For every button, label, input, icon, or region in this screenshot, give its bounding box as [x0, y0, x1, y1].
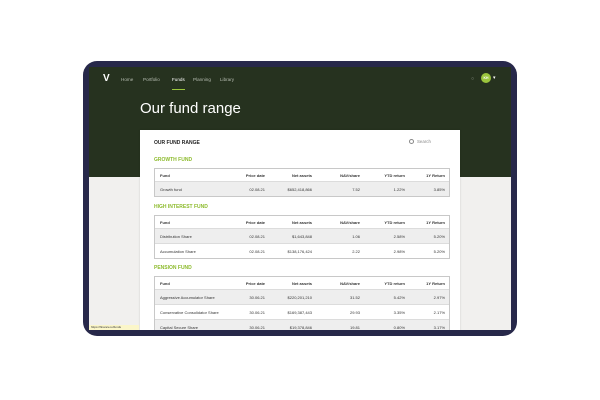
- ytd-return: 2.58%: [393, 233, 405, 239]
- nav-share: 31.52: [349, 294, 360, 300]
- net-assets: $169,387,443: [287, 309, 312, 315]
- table-row[interactable]: Distribution Share 02.08.21 $1,643,848 1…: [155, 229, 449, 244]
- fund-name[interactable]: Distribution Share: [160, 229, 192, 243]
- net-assets: $19,378,846: [289, 324, 312, 330]
- table-row[interactable]: Accumulation Share 02.08.21 $138,176,424…: [155, 244, 449, 258]
- nav-item-library[interactable]: Library: [220, 77, 234, 82]
- 1y-return: 2.17%: [433, 309, 445, 315]
- pension-fund-table: Fund Price date Net assets NAV/share YTD…: [154, 276, 450, 330]
- price-date: 02.08.21: [249, 248, 265, 254]
- fund-name[interactable]: Capital Secure Share: [160, 320, 198, 330]
- app-screen: V Home Portfolio Funds Planning Library …: [89, 67, 511, 330]
- col-nav-share[interactable]: NAV/share: [340, 169, 360, 181]
- search-icon: [409, 139, 414, 145]
- nav-item-portfolio[interactable]: Portfolio: [143, 77, 160, 82]
- 1y-return: 5.20%: [433, 248, 445, 254]
- col-net-assets[interactable]: Net assets: [292, 277, 312, 289]
- section-title-pension: PENSION FUND: [154, 265, 192, 271]
- col-fund[interactable]: Fund: [160, 216, 170, 228]
- brand-logo[interactable]: V: [103, 73, 110, 84]
- page-title: Our fund range: [140, 100, 241, 117]
- section-title-growth: GROWTH FUND: [154, 157, 193, 163]
- nav-share: 29.93: [349, 309, 360, 315]
- 1y-return: 3.85%: [433, 186, 445, 192]
- fund-range-card: OUR FUND RANGE Search GROWTH FUND Fund P…: [140, 130, 460, 330]
- ytd-return: 0.80%: [393, 324, 405, 330]
- high-interest-fund-table: Fund Price date Net assets NAV/share YTD…: [154, 215, 450, 259]
- user-avatar[interactable]: KH: [481, 73, 491, 83]
- ytd-return: 2.98%: [393, 248, 405, 254]
- fund-name[interactable]: Accumulation Share: [160, 244, 196, 258]
- notification-icon[interactable]: ○: [471, 76, 474, 82]
- col-fund[interactable]: Fund: [160, 169, 170, 181]
- nav-item-home[interactable]: Home: [121, 77, 133, 82]
- fund-name[interactable]: Conservative Consolidator Share: [160, 305, 219, 319]
- table-row[interactable]: Conservative Consolidator Share 30.06.21…: [155, 305, 449, 320]
- table-row[interactable]: Capital Secure Share 30.06.21 $19,378,84…: [155, 320, 449, 330]
- col-price-date[interactable]: Price date: [246, 277, 265, 289]
- price-date: 30.06.21: [249, 294, 265, 300]
- col-1y-return[interactable]: 1Y Return: [426, 216, 445, 228]
- growth-fund-table: Fund Price date Net assets NAV/share YTD…: [154, 168, 450, 197]
- nav-share: 19.81: [349, 324, 360, 330]
- 1y-return: 5.20%: [433, 233, 445, 239]
- table-row[interactable]: Growth fund 02.08.21 $652,418,866 7.52 1…: [155, 182, 449, 196]
- nav-share: 7.52: [352, 186, 360, 192]
- ytd-return: 1.22%: [393, 186, 405, 192]
- card-title: OUR FUND RANGE: [154, 140, 200, 146]
- chevron-down-icon[interactable]: ▾: [493, 75, 496, 81]
- price-date: 02.08.21: [249, 233, 265, 239]
- table-row[interactable]: Aggressive Accumulator Share 30.06.21 $2…: [155, 290, 449, 305]
- col-price-date[interactable]: Price date: [246, 216, 265, 228]
- status-bar-url: https://finance.io/funds: [89, 325, 139, 330]
- net-assets: $138,176,424: [287, 248, 312, 254]
- col-nav-share[interactable]: NAV/share: [340, 216, 360, 228]
- net-assets: $220,201,210: [287, 294, 312, 300]
- col-net-assets[interactable]: Net assets: [292, 169, 312, 181]
- section-title-high-interest: HIGH INTEREST FUND: [154, 204, 208, 210]
- nav-share: 1.06: [352, 233, 360, 239]
- net-assets: $1,643,848: [291, 233, 312, 239]
- col-ytd-return[interactable]: YTD return: [384, 216, 405, 228]
- col-ytd-return[interactable]: YTD return: [384, 277, 405, 289]
- col-price-date[interactable]: Price date: [246, 169, 265, 181]
- 1y-return: 3.17%: [433, 324, 445, 330]
- col-ytd-return[interactable]: YTD return: [384, 169, 405, 181]
- table-header: Fund Price date Net assets NAV/share YTD…: [155, 169, 449, 182]
- col-nav-share[interactable]: NAV/share: [340, 277, 360, 289]
- nav-item-funds[interactable]: Funds: [172, 77, 185, 82]
- fund-name[interactable]: Aggressive Accumulator Share: [160, 290, 215, 304]
- net-assets: $652,418,866: [287, 186, 312, 192]
- top-navigation: V Home Portfolio Funds Planning Library …: [89, 67, 511, 92]
- fund-name[interactable]: Growth fund: [160, 182, 182, 196]
- active-tab-indicator: [172, 89, 185, 90]
- table-header: Fund Price date Net assets NAV/share YTD…: [155, 277, 449, 290]
- table-header: Fund Price date Net assets NAV/share YTD…: [155, 216, 449, 229]
- nav-share: 2.22: [352, 248, 360, 254]
- search-box[interactable]: Search: [409, 139, 431, 145]
- price-date: 02.08.21: [249, 186, 265, 192]
- 1y-return: 2.97%: [433, 294, 445, 300]
- col-1y-return[interactable]: 1Y Return: [426, 277, 445, 289]
- col-fund[interactable]: Fund: [160, 277, 170, 289]
- price-date: 30.06.21: [249, 309, 265, 315]
- search-input[interactable]: Search: [417, 139, 431, 144]
- nav-item-planning[interactable]: Planning: [193, 77, 211, 82]
- col-net-assets[interactable]: Net assets: [292, 216, 312, 228]
- ytd-return: 5.42%: [393, 294, 405, 300]
- col-1y-return[interactable]: 1Y Return: [426, 169, 445, 181]
- ytd-return: 3.35%: [393, 309, 405, 315]
- price-date: 30.06.21: [249, 324, 265, 330]
